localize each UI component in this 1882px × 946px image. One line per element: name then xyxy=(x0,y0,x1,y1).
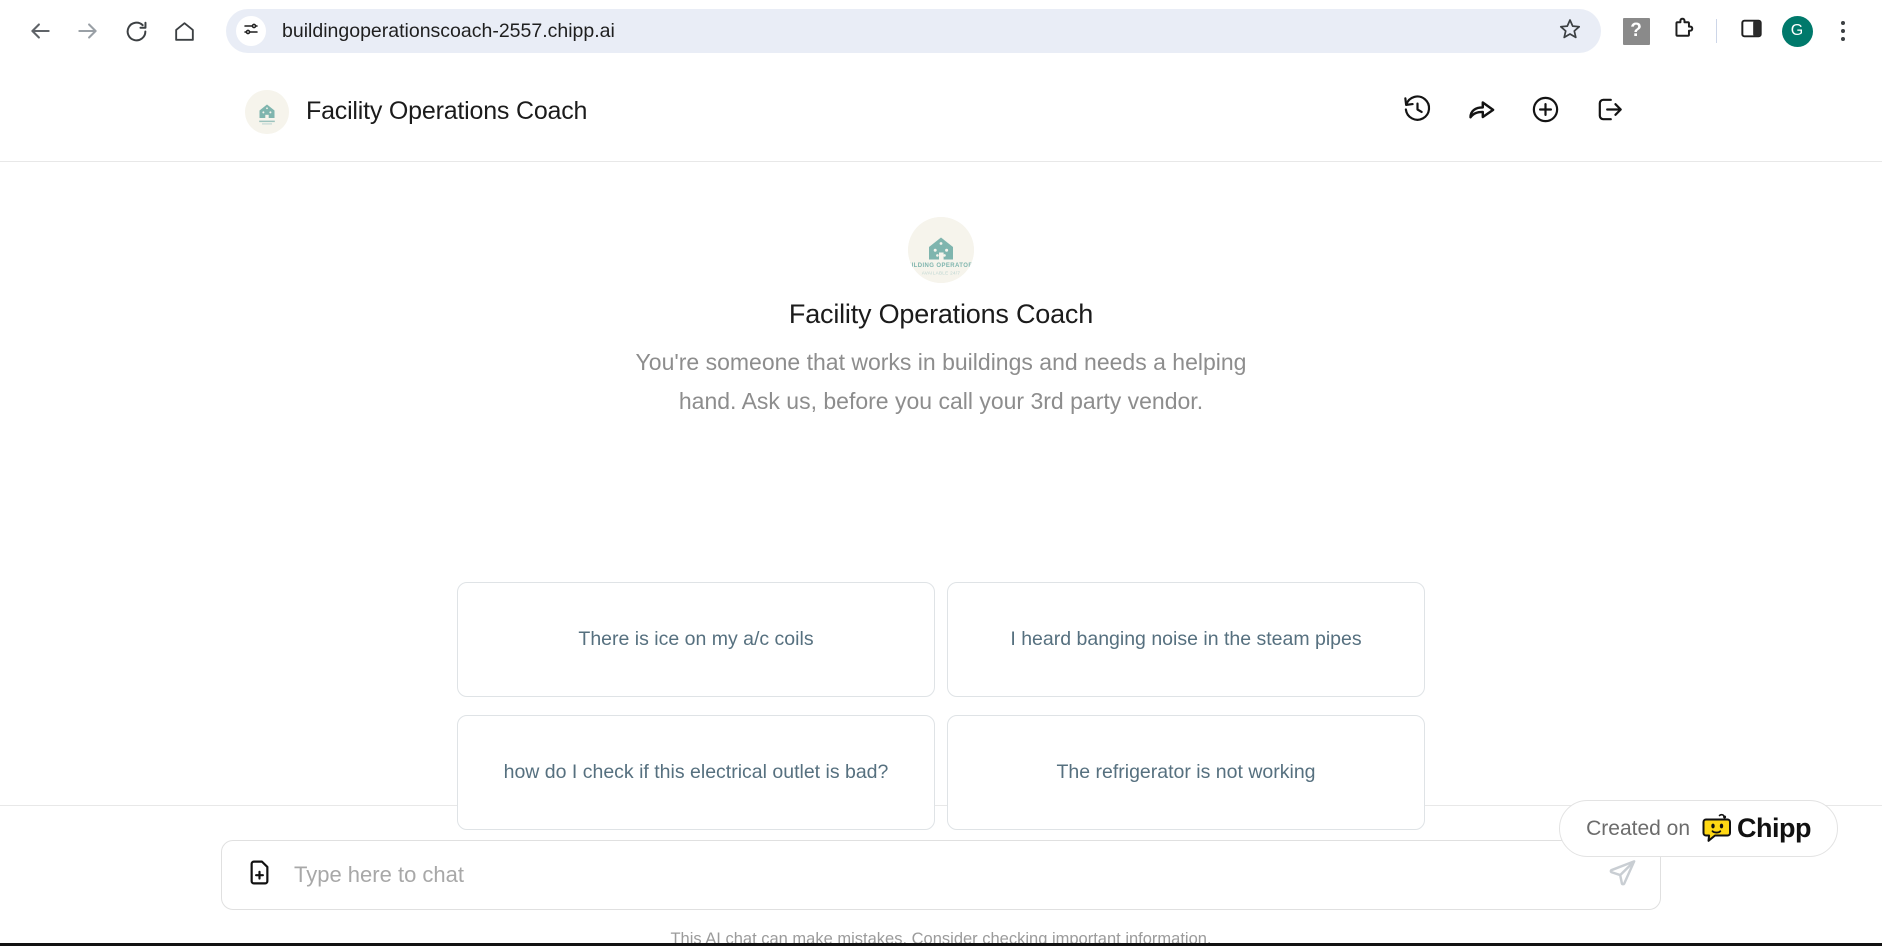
welcome-description: You're someone that works in buildings a… xyxy=(635,349,1247,414)
help-button[interactable]: ? xyxy=(1615,10,1657,52)
suggestion-card[interactable]: There is ice on my a/c coils xyxy=(457,582,935,697)
share-icon xyxy=(1466,94,1497,130)
forward-button[interactable] xyxy=(66,9,110,53)
building-operator-badge-icon: BUILDING OPERATOR C AVAILABLE 24/7 xyxy=(908,217,974,283)
site-settings-button[interactable] xyxy=(236,16,266,46)
welcome-logo: BUILDING OPERATOR C AVAILABLE 24/7 xyxy=(908,217,974,283)
home-icon xyxy=(172,19,197,44)
suggestion-card[interactable]: The refrigerator is not working xyxy=(947,715,1425,830)
app-header: Facility Operations Coach xyxy=(0,62,1882,162)
home-button[interactable] xyxy=(162,9,206,53)
header-actions xyxy=(1400,94,1848,130)
logout-icon xyxy=(1594,94,1625,130)
attach-file-icon xyxy=(245,858,274,892)
reload-button[interactable] xyxy=(114,9,158,53)
back-button[interactable] xyxy=(18,9,62,53)
url-text[interactable]: buildingoperationscoach-2557.chipp.ai xyxy=(282,20,615,43)
history-icon xyxy=(1402,94,1433,130)
welcome-logo-secondary-text: AVAILABLE 24/7 xyxy=(922,270,961,275)
address-bar[interactable]: buildingoperationscoach-2557.chipp.ai xyxy=(226,9,1601,53)
suggestion-card[interactable]: I heard banging noise in the steam pipes xyxy=(947,582,1425,697)
avatar: G xyxy=(1781,15,1813,47)
reload-icon xyxy=(124,19,149,44)
chipp-wordmark: Chipp xyxy=(1737,813,1811,843)
bookmark-star-icon xyxy=(1558,17,1582,46)
share-button[interactable] xyxy=(1464,95,1498,129)
welcome-block: BUILDING OPERATOR C AVAILABLE 24/7 Facil… xyxy=(581,217,1301,421)
back-arrow-icon xyxy=(27,18,53,44)
app-logo xyxy=(245,89,289,134)
new-chat-button[interactable] xyxy=(1528,95,1562,129)
welcome-title: Facility Operations Coach xyxy=(788,299,1094,329)
history-button[interactable] xyxy=(1400,94,1434,130)
help-question-icon: ? xyxy=(1622,17,1650,45)
chat-main: BUILDING OPERATOR C AVAILABLE 24/7 Facil… xyxy=(0,162,1882,857)
attach-file-button[interactable] xyxy=(242,858,276,892)
forward-arrow-icon xyxy=(75,18,101,44)
new-chat-icon xyxy=(1530,94,1561,130)
suggestion-card[interactable]: how do I check if this electrical outlet… xyxy=(457,715,935,830)
created-on-label: Created on xyxy=(1586,816,1691,840)
toolbar-divider xyxy=(1716,19,1717,43)
chipp-mascot-icon xyxy=(1702,813,1732,842)
extensions-button[interactable] xyxy=(1661,10,1703,52)
send-paper-plane-icon xyxy=(1607,857,1638,893)
brand: Facility Operations Coach xyxy=(245,89,588,134)
page-title: Facility Operations Coach xyxy=(306,97,588,125)
chipp-logo: Chipp xyxy=(1700,813,1811,845)
logout-button[interactable] xyxy=(1592,95,1626,129)
browser-toolbar: buildingoperationscoach-2557.chipp.ai ? xyxy=(0,0,1882,62)
kebab-menu-icon xyxy=(1840,20,1846,42)
welcome-logo-primary-text: BUILDING OPERATOR C xyxy=(908,263,974,269)
chat-input[interactable] xyxy=(294,862,1602,888)
site-settings-sliders-icon xyxy=(242,20,260,43)
side-panel-button[interactable] xyxy=(1730,10,1772,52)
chat-composer[interactable] xyxy=(221,840,1661,910)
extensions-puzzle-icon xyxy=(1670,16,1695,46)
created-on-chipp-badge[interactable]: Created on Chipp xyxy=(1559,800,1838,857)
browser-menu-button[interactable] xyxy=(1822,10,1864,52)
send-button[interactable] xyxy=(1602,855,1642,895)
suggestion-list: There is ice on my a/c coils I heard ban… xyxy=(457,582,1425,830)
bookmark-button[interactable] xyxy=(1553,14,1587,48)
side-panel-icon xyxy=(1739,16,1764,46)
profile-button[interactable]: G xyxy=(1776,10,1818,52)
building-operator-badge-icon xyxy=(245,89,289,134)
